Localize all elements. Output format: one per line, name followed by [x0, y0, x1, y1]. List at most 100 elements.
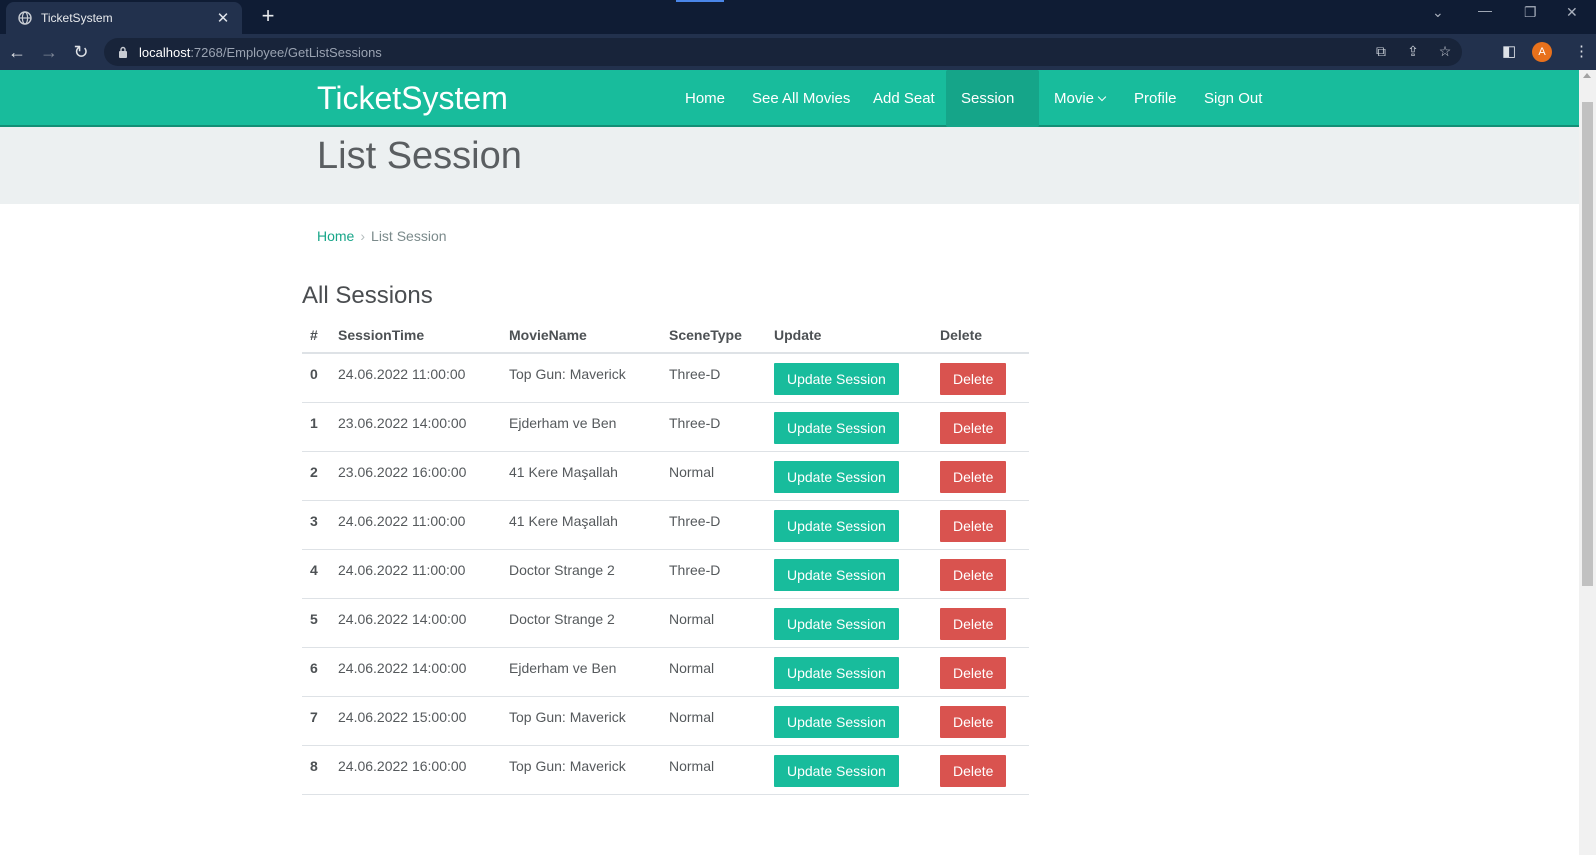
table-body: 0 24.06.2022 11:00:00 Top Gun: Maverick Thr… [302, 353, 1029, 795]
cell-scene-type: Normal [661, 598, 766, 648]
page-title: List Session [317, 135, 522, 177]
delete-button[interactable]: Delete [940, 607, 1007, 640]
cell-scene-type: Three-D [661, 402, 766, 452]
cell-index: 0 [302, 353, 330, 403]
cell-session-time: 23.06.2022 14:00:00 [330, 402, 501, 452]
cell-session-time: 24.06.2022 11:00:00 [330, 500, 501, 550]
nav-sign-out[interactable]: Sign Out [1204, 70, 1262, 127]
cell-scene-type: Three-D [661, 353, 766, 403]
breadcrumb-home-link[interactable]: Home [317, 228, 354, 244]
tab-search-icon[interactable]: ⌄ [1432, 4, 1444, 21]
cell-session-time: 24.06.2022 16:00:00 [330, 745, 501, 795]
cell-update: Update Session [766, 745, 932, 795]
cell-index: 1 [302, 402, 330, 452]
delete-button[interactable]: Delete [940, 754, 1007, 787]
table-row: 7 24.06.2022 15:00:00 Top Gun: Maverick Nor… [302, 696, 1029, 746]
cell-movie-name: Ejderham ve Ben [501, 647, 661, 697]
col-header-scene-type: SceneType [661, 318, 766, 354]
delete-button[interactable]: Delete [940, 509, 1007, 542]
update-session-button[interactable]: Update Session [774, 460, 899, 493]
page-scrollbar[interactable] [1579, 70, 1596, 855]
side-panel-icon[interactable]: ◧ [1502, 42, 1516, 60]
update-session-button[interactable]: Update Session [774, 411, 899, 444]
forward-icon[interactable]: → [38, 41, 60, 63]
translate-icon[interactable]: ⧉ [1372, 43, 1390, 61]
cell-delete: Delete [932, 353, 1029, 403]
cell-delete: Delete [932, 549, 1029, 599]
cell-update: Update Session [766, 549, 932, 599]
table-row: 1 23.06.2022 14:00:00 Ejderham ve Ben Three… [302, 402, 1029, 452]
cell-delete: Delete [932, 598, 1029, 648]
delete-button[interactable]: Delete [940, 656, 1007, 689]
close-window-icon[interactable]: ✕ [1566, 4, 1578, 21]
cell-scene-type: Normal [661, 696, 766, 746]
cell-movie-name: Ejderham ve Ben [501, 402, 661, 452]
table-row: 5 24.06.2022 14:00:00 Doctor Strange 2 Norm… [302, 598, 1029, 648]
update-session-button[interactable]: Update Session [774, 363, 899, 395]
nav-session-dropdown[interactable]: Session [946, 70, 1039, 159]
nav-add-seat[interactable]: Add Seat [873, 70, 935, 127]
cell-update: Update Session [766, 402, 932, 452]
menu-kebab-icon[interactable]: ⋮ [1574, 42, 1589, 60]
cell-update: Update Session [766, 353, 932, 403]
cell-index: 3 [302, 500, 330, 550]
new-tab-icon[interactable]: + [256, 3, 280, 29]
update-session-button[interactable]: Update Session [774, 558, 899, 591]
browser-tab[interactable]: TicketSystem ✕ [6, 2, 242, 34]
table-header-row: # SessionTime MovieName SceneType Update… [302, 318, 1029, 354]
close-tab-icon[interactable]: ✕ [214, 9, 232, 27]
update-session-button[interactable]: Update Session [774, 656, 899, 689]
update-session-button[interactable]: Update Session [774, 607, 899, 640]
page-viewport: TicketSystem Home See All Movies Add Sea… [0, 70, 1579, 855]
col-header-delete: Delete [932, 318, 1029, 354]
update-session-button[interactable]: Update Session [774, 509, 899, 542]
update-session-button[interactable]: Update Session [774, 754, 899, 787]
cell-update: Update Session [766, 500, 932, 550]
scrollbar-thumb[interactable] [1582, 102, 1593, 586]
profile-avatar[interactable]: A [1532, 42, 1552, 62]
cell-index: 4 [302, 549, 330, 599]
nav-movie-label: Movie [1054, 90, 1095, 107]
bookmark-star-icon[interactable]: ☆ [1436, 43, 1454, 61]
cell-scene-type: Three-D [661, 500, 766, 550]
cell-update: Update Session [766, 598, 932, 648]
nav-home[interactable]: Home [685, 70, 725, 127]
cell-movie-name: 41 Kere Maşallah [501, 451, 661, 501]
col-header-index: # [302, 318, 330, 354]
url-input[interactable]: localhost:7268/Employee/GetListSessions … [104, 38, 1462, 66]
cell-movie-name: Top Gun: Maverick [501, 696, 661, 746]
cell-delete: Delete [932, 500, 1029, 550]
delete-button[interactable]: Delete [940, 363, 1007, 395]
brand-logo[interactable]: TicketSystem [317, 80, 508, 117]
col-header-movie-name: MovieName [501, 318, 661, 354]
cell-movie-name: Doctor Strange 2 [501, 598, 661, 648]
cell-delete: Delete [932, 745, 1029, 795]
cell-update: Update Session [766, 451, 932, 501]
chevron-down-icon [1097, 92, 1107, 102]
cell-scene-type: Normal [661, 647, 766, 697]
back-icon[interactable]: ← [6, 41, 28, 63]
browser-tab-strip: TicketSystem ✕ + ⌄ — ❐ ✕ [0, 0, 1596, 34]
reload-icon[interactable]: ↻ [70, 41, 92, 63]
nav-profile[interactable]: Profile [1134, 70, 1177, 127]
table-row: 8 24.06.2022 16:00:00 Top Gun: Maverick Nor… [302, 745, 1029, 795]
nav-see-all-movies[interactable]: See All Movies [752, 70, 850, 127]
scroll-up-icon[interactable] [1583, 73, 1591, 78]
col-header-session-time: SessionTime [330, 318, 501, 354]
delete-button[interactable]: Delete [940, 558, 1007, 591]
nav-movie-dropdown[interactable]: Movie [1054, 70, 1107, 127]
table-row: 2 23.06.2022 16:00:00 41 Kere Maşallah Norm… [302, 451, 1029, 501]
cell-delete: Delete [932, 402, 1029, 452]
table-row: 4 24.06.2022 11:00:00 Doctor Strange 2 Thre… [302, 549, 1029, 599]
delete-button[interactable]: Delete [940, 460, 1007, 493]
sessions-table: # SessionTime MovieName SceneType Update… [302, 318, 1029, 795]
update-session-button[interactable]: Update Session [774, 705, 899, 738]
share-icon[interactable]: ⇪ [1404, 43, 1422, 61]
delete-button[interactable]: Delete [940, 705, 1007, 738]
delete-button[interactable]: Delete [940, 411, 1007, 444]
restore-icon[interactable]: ❐ [1524, 4, 1537, 21]
cell-session-time: 24.06.2022 15:00:00 [330, 696, 501, 746]
cell-delete: Delete [932, 647, 1029, 697]
breadcrumb-separator-icon: › [360, 228, 366, 244]
minimize-icon[interactable]: — [1478, 2, 1492, 18]
